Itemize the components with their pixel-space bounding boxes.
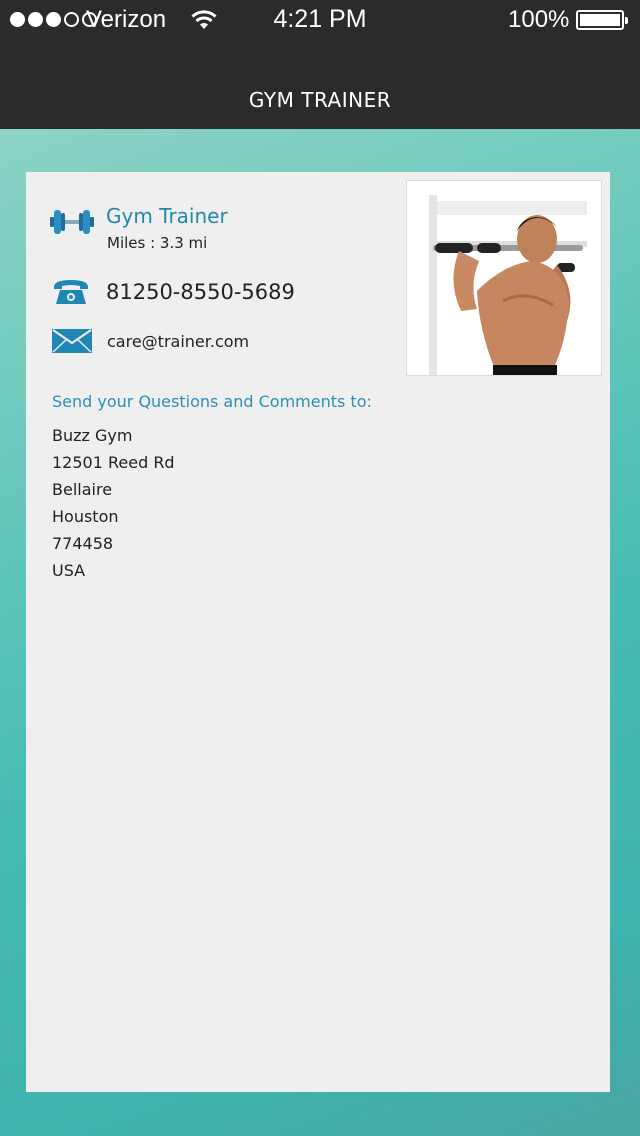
battery-icon: [576, 10, 628, 30]
phone-number[interactable]: 81250-8550-5689: [106, 280, 295, 304]
navigation-bar: GYM TRAINER: [0, 40, 640, 129]
trainer-photo-image: [407, 181, 601, 375]
status-bar: Verizon 4:21 PM 100%: [0, 0, 640, 40]
phone-icon[interactable]: [52, 278, 90, 306]
address-line: USA: [52, 561, 86, 580]
email-address[interactable]: care@trainer.com: [107, 332, 249, 351]
address-line: 774458: [52, 534, 114, 553]
battery-percentage: 100%: [508, 6, 570, 33]
contact-heading: Send your Questions and Comments to:: [52, 392, 372, 411]
distance-label: Miles : 3.3 mi: [107, 234, 208, 252]
address-line: Bellaire: [52, 480, 113, 499]
address-line: 12501 Reed Rd: [52, 453, 175, 472]
envelope-icon[interactable]: [52, 329, 92, 353]
address-line: Buzz Gym: [52, 426, 133, 445]
address-line: Houston: [52, 507, 119, 526]
trainer-card: Gym Trainer Miles : 3.3 mi 81250-8550-56…: [26, 172, 610, 1092]
dumbbell-icon: [50, 210, 94, 234]
trainer-name[interactable]: Gym Trainer: [106, 204, 228, 228]
mailing-address: Buzz Gym 12501 Reed Rd Bellaire Houston …: [52, 426, 175, 588]
page-title: GYM TRAINER: [248, 88, 392, 112]
trainer-photo: [406, 180, 602, 376]
